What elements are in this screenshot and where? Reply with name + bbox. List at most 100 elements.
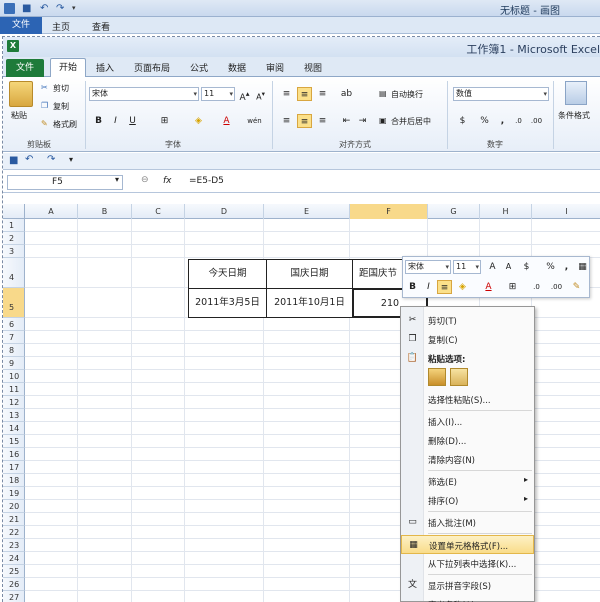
conditional-format-button[interactable]: 条件格式 [558, 110, 590, 121]
chevron-down-icon[interactable]: ▾ [475, 261, 479, 273]
bold-icon[interactable]: B [405, 280, 420, 294]
paint-home-tab[interactable]: 主页 [52, 20, 70, 33]
save-icon[interactable]: ■ [22, 3, 33, 14]
decrease-decimal-icon[interactable]: .00 [529, 114, 544, 128]
number-format-combo[interactable]: 数值 ▾ [453, 87, 549, 101]
bold-icon[interactable]: B [91, 114, 106, 128]
format-table-icon[interactable]: ▦ [575, 260, 590, 274]
row-header-25[interactable]: 25 [3, 565, 25, 578]
context-menu-item[interactable]: 删除(D)... [401, 431, 534, 450]
row-header-27[interactable]: 27 [3, 591, 25, 602]
column-header-g[interactable]: G [428, 204, 480, 219]
cell-e5[interactable]: 2011年10月1日 [266, 288, 353, 318]
row-header-1[interactable]: 1 [3, 219, 25, 232]
align-bottom-icon[interactable]: ≡ [315, 87, 330, 101]
font-color-icon[interactable]: A [219, 114, 234, 128]
tab-home[interactable]: 开始 [50, 58, 86, 78]
redo-icon[interactable]: ↷ [56, 3, 67, 14]
paste-button[interactable]: 粘贴 [11, 110, 27, 121]
row-header-6[interactable]: 6 [3, 318, 25, 331]
align-middle-icon[interactable]: ≡ [297, 87, 312, 101]
tab-insert[interactable]: 插入 [96, 61, 114, 74]
chevron-down-icon[interactable]: ▾ [193, 88, 197, 100]
decrease-decimal-icon[interactable]: .00 [549, 280, 564, 294]
save-icon[interactable]: ■ [9, 155, 18, 166]
shrink-font-icon[interactable]: A [501, 260, 516, 274]
context-menu-item[interactable]: 筛选(E) ▸ [401, 472, 534, 491]
chevron-down-icon[interactable]: ▾ [229, 88, 233, 100]
column-header-e[interactable]: E [264, 204, 350, 219]
row-header-26[interactable]: 26 [3, 578, 25, 591]
border-icon[interactable]: ⊞ [157, 114, 172, 128]
font-size-combo[interactable]: 11 ▾ [201, 87, 235, 101]
column-header-a[interactable]: A [25, 204, 78, 219]
italic-icon[interactable]: I [108, 114, 123, 128]
fill-color-icon[interactable]: ◈ [191, 114, 206, 128]
font-name-combo[interactable]: 宋体 ▾ [89, 87, 199, 101]
mini-font-combo[interactable]: 宋体 ▾ [405, 260, 451, 274]
column-header-i[interactable]: I [532, 204, 600, 219]
outdent-icon[interactable]: ⇥ [355, 114, 370, 128]
cell-d5[interactable]: 2011年3月5日 [188, 288, 267, 318]
chevron-down-icon[interactable]: ▾ [445, 261, 449, 273]
cut-button[interactable]: 剪切 [53, 83, 69, 94]
name-box[interactable]: F5 [7, 175, 123, 190]
indent-icon[interactable]: ⇤ [339, 114, 354, 128]
column-header-f[interactable]: F [350, 204, 428, 219]
row-header-4[interactable]: 4 [3, 258, 25, 288]
tab-view[interactable]: 视图 [304, 61, 322, 74]
paste-option-1-icon[interactable] [428, 368, 446, 386]
column-header-c[interactable]: C [132, 204, 185, 219]
align-center-icon[interactable]: ≡ [297, 114, 312, 128]
row-header-3[interactable]: 3 [3, 245, 25, 258]
underline-icon[interactable]: U [125, 114, 140, 128]
context-menu-item[interactable]: 清除内容(N) [401, 450, 534, 469]
phonetic-icon[interactable]: wén [247, 114, 262, 128]
context-menu-item[interactable]: 排序(O) ▸ [401, 491, 534, 510]
increase-decimal-icon[interactable]: .0 [511, 114, 526, 128]
row-header-17[interactable]: 17 [3, 461, 25, 474]
tab-page-layout[interactable]: 页面布局 [134, 61, 170, 74]
row-header-16[interactable]: 16 [3, 448, 25, 461]
redo-icon[interactable]: ↷ [47, 154, 55, 165]
font-color-icon[interactable]: A [481, 280, 496, 294]
column-header-d[interactable]: D [185, 204, 264, 219]
mini-size-combo[interactable]: 11 ▾ [453, 260, 481, 274]
align-right-icon[interactable]: ≡ [315, 114, 330, 128]
context-menu-item[interactable]: 选择性粘贴(S)... [401, 390, 534, 409]
column-header-b[interactable]: B [78, 204, 132, 219]
comma-style-icon[interactable]: , [495, 114, 510, 128]
border-icon[interactable]: ⊞ [505, 280, 520, 294]
row-header-12[interactable]: 12 [3, 396, 25, 409]
orientation-icon[interactable]: ab [339, 87, 354, 101]
context-menu-item[interactable]: 文 显示拼音字段(S) [401, 576, 534, 595]
increase-decimal-icon[interactable]: .0 [529, 280, 544, 294]
insert-function-button[interactable]: fx [163, 176, 172, 186]
undo-icon[interactable]: ↶ [40, 3, 51, 14]
row-header-5[interactable]: 5 [3, 288, 25, 318]
select-all-corner[interactable] [3, 204, 25, 219]
paste-icon[interactable] [9, 81, 33, 107]
grow-font-icon[interactable]: A▴ [237, 87, 252, 103]
conditional-format-icon[interactable] [565, 81, 587, 105]
context-menu-item[interactable]: ✂ 剪切(T) [401, 311, 534, 330]
formula-expand-icon[interactable]: ⊖ [141, 175, 149, 185]
comma-style-icon[interactable]: , [559, 260, 574, 274]
context-menu-item[interactable]: 从下拉列表中选择(K)... [401, 554, 534, 573]
column-header-h[interactable]: H [480, 204, 532, 219]
row-header-22[interactable]: 22 [3, 526, 25, 539]
format-painter-button[interactable]: 格式刷 [53, 119, 77, 130]
row-header-8[interactable]: 8 [3, 344, 25, 357]
context-menu-item[interactable]: ❐ 复制(C) [401, 330, 534, 349]
percent-icon[interactable]: % [543, 260, 558, 274]
row-header-14[interactable]: 14 [3, 422, 25, 435]
context-menu-item[interactable]: ▭ 插入批注(M) [401, 513, 534, 532]
row-header-11[interactable]: 11 [3, 383, 25, 396]
context-menu-item[interactable]: 定义名称(A)... [401, 595, 534, 602]
row-header-24[interactable]: 24 [3, 552, 25, 565]
paint-view-tab[interactable]: 查看 [92, 20, 110, 33]
row-header-21[interactable]: 21 [3, 513, 25, 526]
align-left-icon[interactable]: ≡ [279, 114, 294, 128]
row-header-13[interactable]: 13 [3, 409, 25, 422]
copy-button[interactable]: 复制 [53, 101, 69, 112]
